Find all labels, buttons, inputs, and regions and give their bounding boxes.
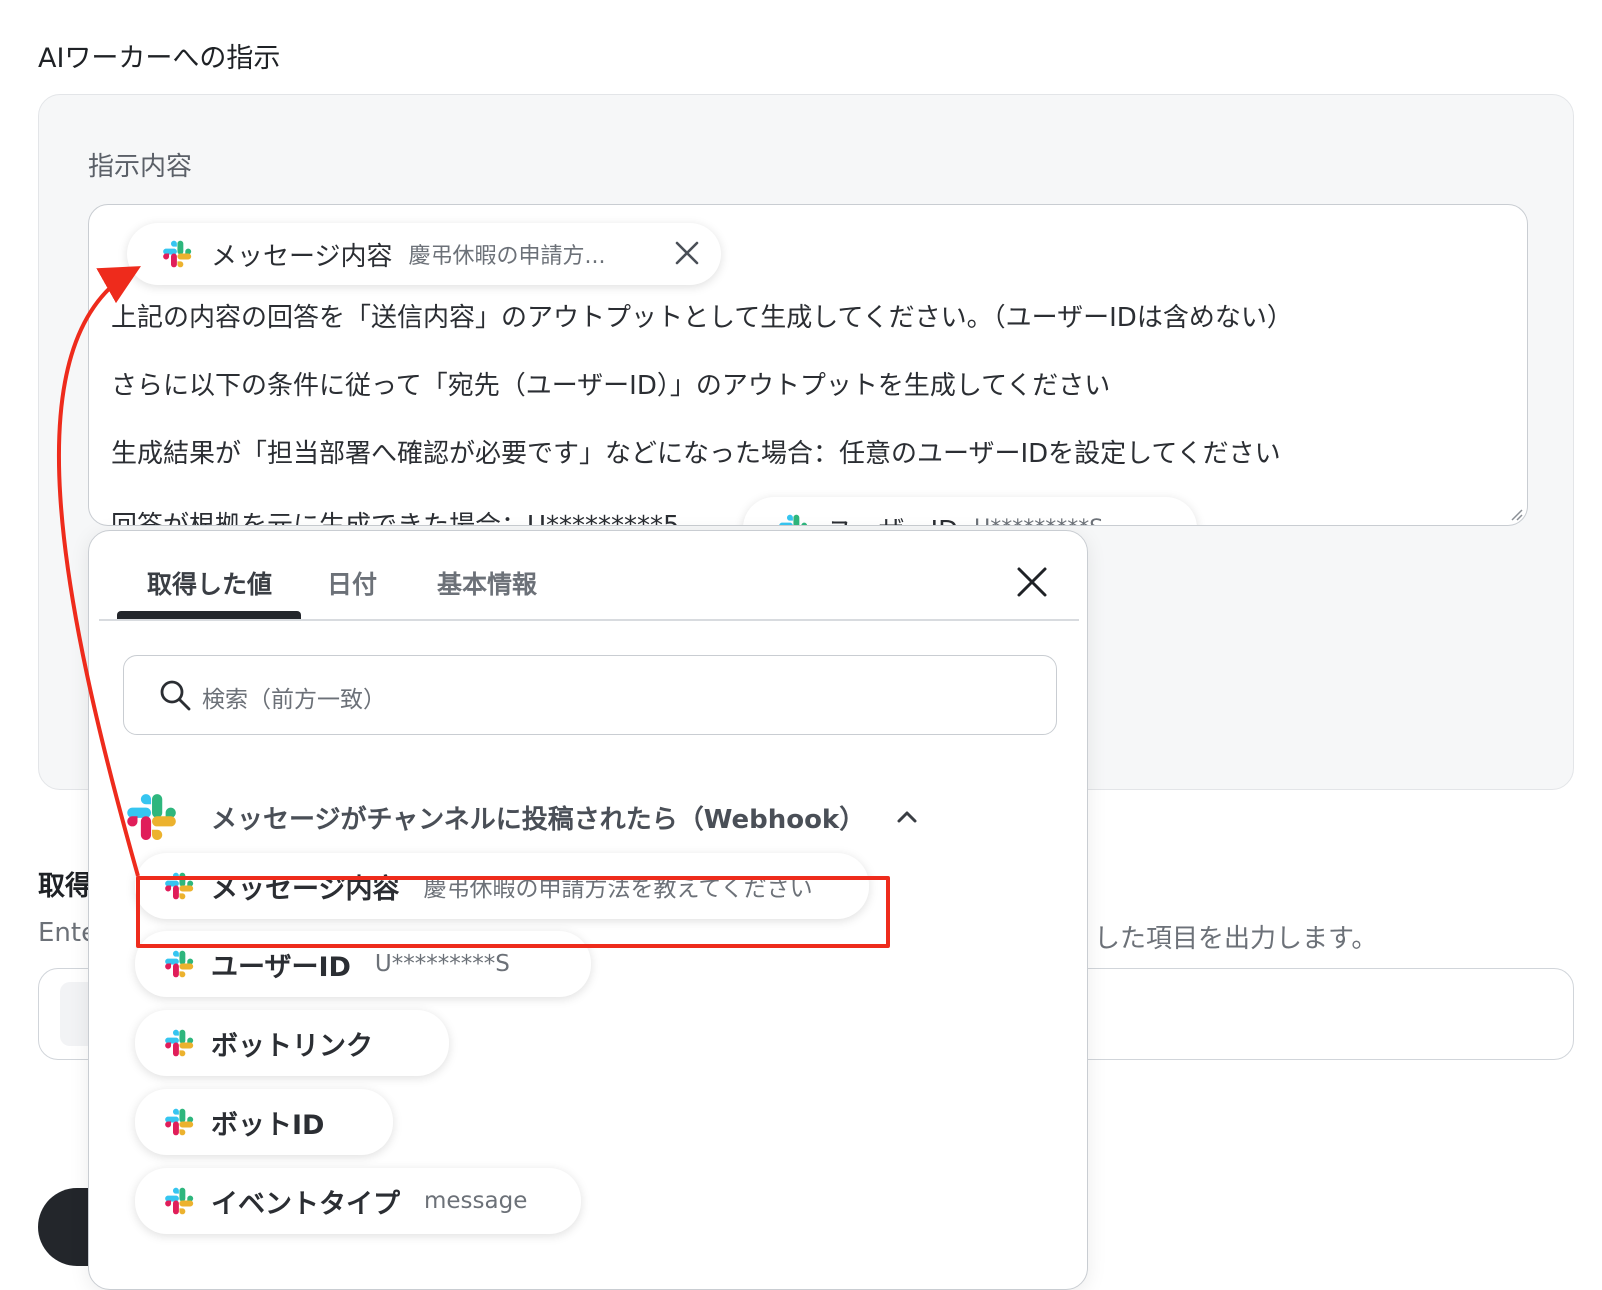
tab-basic-info[interactable]: 基本情報	[437, 565, 537, 601]
tab-acquired-values[interactable]: 取得した値	[147, 565, 272, 601]
section-title: AIワーカーへの指示	[38, 43, 281, 74]
editor-chip-message-content[interactable]: メッセージ内容 慶弔休暇の申請方...	[127, 223, 721, 285]
list-item-bot-link[interactable]: ボットリンク	[135, 1010, 449, 1076]
tab-divider	[99, 619, 1079, 621]
highlight-box	[136, 876, 890, 948]
resize-handle-icon[interactable]	[1507, 505, 1523, 521]
slack-icon	[165, 949, 195, 979]
tab-date[interactable]: 日付	[327, 565, 377, 601]
instruction-editor[interactable]: メッセージ内容 慶弔休暇の申請方... 上記の内容の回答を「送信内容」のアウトプ…	[88, 204, 1528, 526]
slack-icon	[163, 239, 193, 269]
trigger-group-header[interactable]: メッセージがチャンネルに投稿されたら（Webhook）	[127, 791, 921, 843]
list-item-event-type[interactable]: イベントタイプ message	[135, 1168, 581, 1234]
extract-description-right: した項目を出力します。	[1094, 924, 1378, 954]
slack-icon	[165, 1028, 195, 1058]
search-input[interactable]: 検索（前方一致）	[123, 655, 1057, 735]
instruction-label: 指示内容	[88, 152, 193, 182]
list-item-bot-id[interactable]: ボットID	[135, 1089, 393, 1155]
slack-icon	[127, 791, 179, 843]
editor-line: 生成結果が「担当部署へ確認が必要です」などになった場合：任意のユーザーIDを設定…	[111, 439, 1281, 469]
extract-label: 取得	[38, 871, 92, 902]
active-tab-indicator	[117, 611, 301, 619]
slack-icon	[779, 513, 809, 526]
slack-icon	[165, 1107, 195, 1137]
item-label: イベントタイプ	[211, 1188, 400, 1220]
chip-value: U*********S	[974, 516, 1103, 526]
editor-line: 上記の内容の回答を「送信内容」のアウトプットとして生成してください。（ユーザーI…	[111, 303, 1293, 333]
item-value: U*********S	[374, 951, 510, 977]
slack-icon	[165, 1186, 195, 1216]
item-label: ユーザーID	[211, 951, 351, 983]
item-label: ボットID	[211, 1109, 325, 1141]
group-title: メッセージがチャンネルに投稿されたら（Webhook）	[211, 804, 866, 835]
chip-value: 慶弔休暇の申請方...	[408, 244, 606, 269]
chip-label: メッセージ内容	[211, 241, 393, 272]
item-value: message	[424, 1188, 528, 1214]
chip-label: ユーザーID	[827, 510, 958, 526]
item-label: ボットリンク	[211, 1030, 373, 1062]
search-placeholder: 検索（前方一致）	[202, 687, 386, 713]
editor-line: 回答が根拠を元に生成できた場合：U*********5	[111, 511, 680, 526]
chevron-up-icon[interactable]	[893, 803, 921, 831]
editor-chip-user-id[interactable]: ユーザーID U*********S	[743, 497, 1197, 526]
close-icon[interactable]	[1015, 565, 1049, 599]
editor-line: さらに以下の条件に従って「宛先（ユーザーID）」のアウトプットを生成してください	[111, 371, 1111, 401]
close-icon[interactable]	[673, 239, 701, 267]
search-icon	[160, 680, 191, 711]
